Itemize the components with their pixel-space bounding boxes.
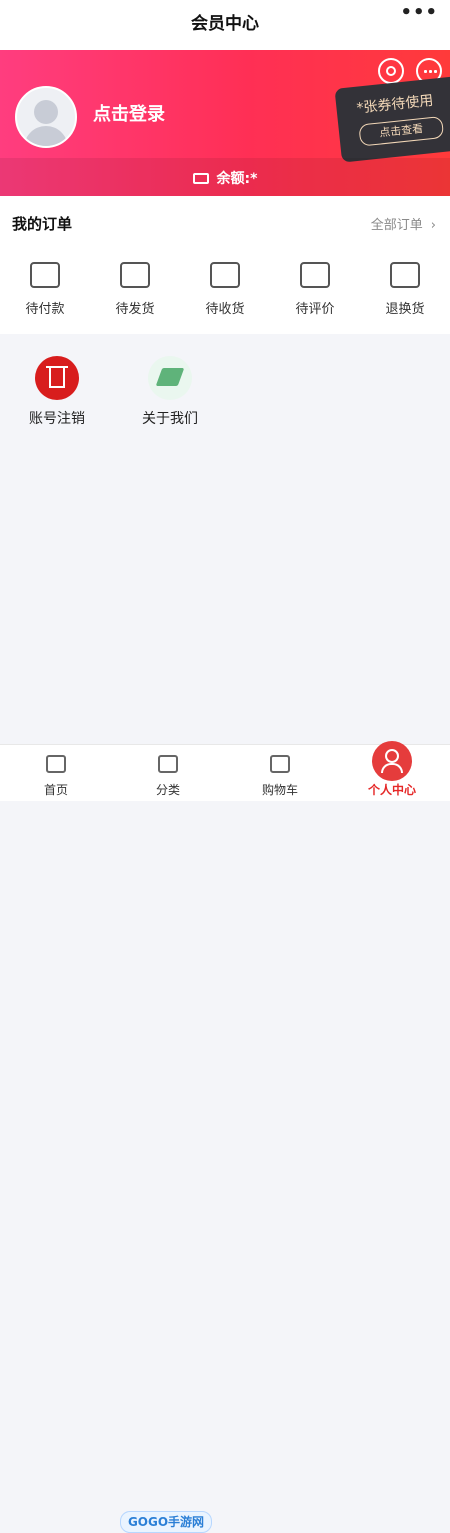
- review-icon: [300, 262, 330, 288]
- bottom-tab-bar: 首页 分类 购物车 个人中心 GOGO手游网: [0, 741, 450, 1533]
- balance-strip: 余额:*: [0, 158, 450, 196]
- watermark-logo: GOGO手游网: [120, 1511, 212, 1533]
- user-icon: [372, 741, 412, 781]
- avatar-shoulders-shape: [24, 126, 68, 146]
- member-banner: 点击登录 *张券待使用 点击查看 余额:*: [0, 50, 450, 196]
- settings-gear-icon[interactable]: [378, 58, 404, 84]
- tools-section: 账号注销 关于我们: [0, 334, 450, 744]
- balance-row: 余额:*: [0, 168, 450, 188]
- order-item-to-review[interactable]: 待评价: [270, 262, 360, 317]
- tab-category[interactable]: 分类: [112, 745, 224, 801]
- chip-icon: [148, 356, 192, 400]
- order-item-to-ship[interactable]: 待发货: [90, 262, 180, 317]
- tool-cancel-account[interactable]: 账号注销: [12, 356, 102, 436]
- tab-cart[interactable]: 购物车: [224, 745, 336, 801]
- my-orders-section: 我的订单 全部订单 › 待付款 待发货 待收货 待评价 退换货: [0, 196, 450, 334]
- coupon-card[interactable]: *张券待使用 点击查看: [334, 75, 450, 163]
- order-item-pending-payment[interactable]: 待付款: [0, 262, 90, 317]
- tab-label: 首页: [43, 783, 68, 797]
- coupon-view-button[interactable]: 点击查看: [358, 115, 445, 147]
- order-item-label: 待评价: [295, 302, 335, 317]
- order-item-to-receive[interactable]: 待收货: [180, 262, 270, 317]
- order-item-label: 待发货: [115, 302, 155, 317]
- wallet-icon: [30, 262, 60, 288]
- return-icon: [390, 262, 420, 288]
- orders-title: 我的订单: [12, 215, 73, 233]
- all-orders-label: 全部订单: [370, 218, 423, 233]
- tool-label: 关于我们: [142, 411, 198, 427]
- tab-label: 分类: [155, 783, 180, 797]
- home-icon: [46, 755, 66, 773]
- order-item-label: 退换货: [385, 302, 425, 317]
- coupon-text: *张券待使用: [355, 92, 435, 117]
- balance-text: 余额:*: [216, 171, 258, 187]
- chevron-right-icon: ›: [430, 218, 436, 233]
- more-menu-button[interactable]: •••: [400, 2, 438, 23]
- page-title: 会员中心: [191, 14, 259, 34]
- truck-icon: [210, 262, 240, 288]
- cart-icon: [270, 755, 290, 773]
- tab-label: 购物车: [261, 783, 298, 797]
- login-link[interactable]: 点击登录: [93, 100, 165, 126]
- top-bar: 会员中心 •••: [0, 0, 450, 50]
- avatar-head-shape: [34, 100, 58, 124]
- trash-icon: [35, 356, 79, 400]
- wallet-icon: [192, 173, 209, 184]
- order-item-returns[interactable]: 退换货: [360, 262, 450, 317]
- order-status-list: 待付款 待发货 待收货 待评价 退换货: [0, 262, 450, 317]
- tab-label: 个人中心: [367, 783, 416, 797]
- grid-icon: [158, 755, 178, 773]
- tab-home[interactable]: 首页: [0, 745, 112, 801]
- avatar[interactable]: [15, 86, 77, 148]
- tool-label: 账号注销: [29, 411, 85, 427]
- tool-about-us[interactable]: 关于我们: [125, 356, 215, 436]
- order-item-label: 待收货: [205, 302, 245, 317]
- order-item-label: 待付款: [25, 302, 65, 317]
- all-orders-link[interactable]: 全部订单 ›: [371, 214, 436, 233]
- tab-profile[interactable]: 个人中心: [336, 741, 448, 801]
- package-icon: [120, 262, 150, 288]
